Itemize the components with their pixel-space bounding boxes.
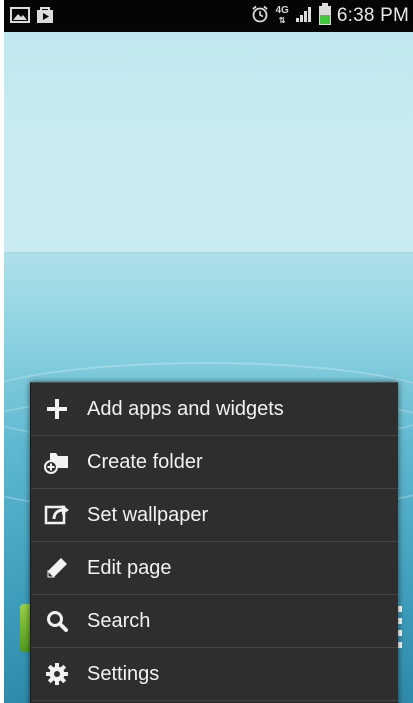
data-arrows-icon: ⇅	[278, 16, 286, 25]
plus-icon	[43, 395, 71, 423]
home-screen: 4G ⇅ 6:38 PM Add apps and widgets Create…	[4, 0, 413, 703]
gear-icon	[43, 660, 71, 688]
menu-item-label: Search	[87, 609, 151, 632]
wallpaper-horizon	[4, 252, 413, 254]
menu-item-label: Edit page	[87, 556, 172, 579]
menu-item-label: Set wallpaper	[87, 503, 209, 526]
signal-icon	[295, 5, 313, 28]
alarm-icon	[251, 5, 269, 28]
battery-icon	[318, 2, 331, 30]
clock: 6:38 PM	[336, 5, 409, 26]
network-type-label: 4G	[275, 5, 289, 16]
wallpaper-icon	[43, 501, 71, 529]
menu-item-label: Add apps and widgets	[87, 397, 284, 420]
picture-icon	[10, 6, 30, 29]
menu-item-search[interactable]: Search	[31, 595, 398, 648]
menu-item-create-folder[interactable]: Create folder	[31, 436, 398, 489]
home-context-menu: Add apps and widgets Create folder Set w…	[30, 382, 398, 703]
play-store-icon	[36, 6, 54, 29]
network-type-indicator: 4G ⇅	[275, 6, 288, 26]
menu-item-label: Settings	[87, 662, 160, 685]
menu-item-set-wallpaper[interactable]: Set wallpaper	[31, 489, 398, 542]
folder-add-icon	[43, 448, 71, 476]
menu-item-add-apps-widgets[interactable]: Add apps and widgets	[31, 383, 398, 436]
menu-item-label: Create folder	[87, 450, 203, 473]
menu-item-settings[interactable]: Settings	[31, 648, 398, 701]
pencil-icon	[43, 554, 71, 582]
menu-item-edit-page[interactable]: Edit page	[31, 542, 398, 595]
status-bar: 4G ⇅ 6:38 PM	[4, 0, 413, 32]
search-icon	[43, 607, 71, 635]
